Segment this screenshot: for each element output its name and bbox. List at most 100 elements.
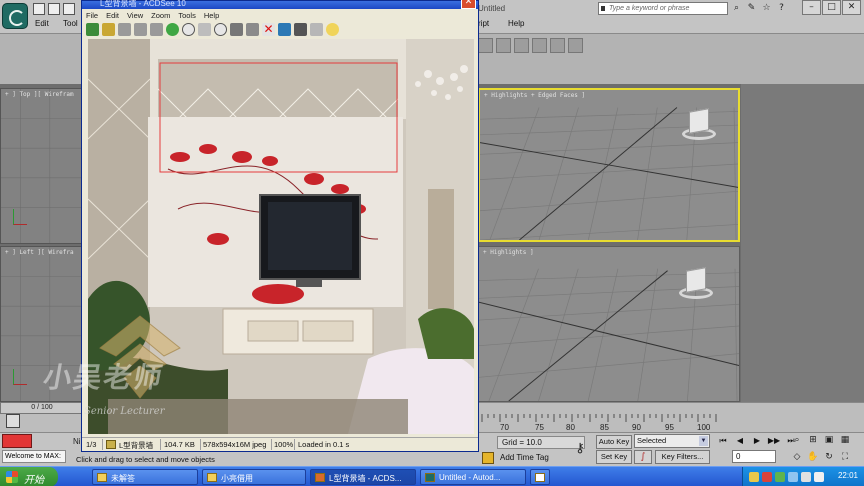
viewport-camera[interactable]: + Highlights ]: [478, 246, 740, 402]
help-icon[interactable]: [326, 23, 339, 36]
new-file-icon[interactable]: [33, 3, 45, 15]
max-app-icon: [425, 473, 435, 482]
communication-icon[interactable]: ✎: [746, 2, 757, 14]
tray-app-icon[interactable]: [762, 472, 772, 482]
zoom-in-icon[interactable]: [214, 23, 227, 36]
save-file-icon[interactable]: [63, 3, 75, 15]
print-icon[interactable]: [230, 23, 243, 36]
edit-icon[interactable]: [102, 23, 115, 36]
viewport-label-top[interactable]: + ] Top ][ Wirefram: [5, 91, 74, 98]
key-filters-button[interactable]: Key Filters...: [655, 450, 710, 464]
menu-tools[interactable]: Tool: [63, 19, 78, 28]
zoom-out-icon[interactable]: [182, 23, 195, 36]
maxscript-listener-button[interactable]: [2, 434, 32, 448]
previous-frame-icon[interactable]: ◀: [733, 435, 747, 447]
previous-image-icon[interactable]: [118, 23, 131, 36]
image-viewer-title: L型背景墙 - ACDSee 10: [100, 0, 186, 8]
copy-icon[interactable]: [246, 23, 259, 36]
viewport-label-camera[interactable]: + Highlights ]: [483, 249, 534, 256]
taskbar-item[interactable]: [530, 469, 550, 485]
next-image-icon[interactable]: [134, 23, 147, 36]
field-of-view-icon[interactable]: ◇: [790, 450, 804, 464]
default-tangent-icon[interactable]: ∫: [634, 450, 652, 464]
menu-view[interactable]: View: [127, 11, 143, 20]
properties-icon[interactable]: [278, 23, 291, 36]
zoom-all-icon[interactable]: ⊞: [806, 433, 820, 447]
viewcube-icon[interactable]: [686, 267, 706, 293]
full-screen-icon[interactable]: [294, 23, 307, 36]
play-icon[interactable]: ▶: [750, 435, 764, 447]
refresh-icon[interactable]: [166, 23, 179, 36]
toolbar-button[interactable]: [514, 38, 529, 53]
open-file-icon[interactable]: [48, 3, 60, 15]
track-bar-ruler[interactable]: 70 75 80 85 90 95 100: [478, 414, 740, 432]
toolbar-button[interactable]: [478, 38, 493, 53]
zoom-extents-all-icon[interactable]: ▦: [838, 433, 852, 447]
menu-zoom[interactable]: Zoom: [151, 11, 170, 20]
tray-app-icon[interactable]: [775, 472, 785, 482]
current-frame-field[interactable]: 0: [732, 450, 776, 463]
pan-hand-icon[interactable]: ✋: [806, 450, 820, 464]
clock[interactable]: 22:01: [838, 471, 858, 480]
max-app-logo-button[interactable]: [2, 3, 28, 29]
browse-icon[interactable]: [86, 23, 99, 36]
minimize-icon[interactable]: –: [802, 0, 821, 15]
tray-volume-icon[interactable]: [801, 472, 811, 482]
tray-network-icon[interactable]: [788, 472, 798, 482]
selection-status-label: Ni: [73, 437, 81, 446]
lock-selection-icon[interactable]: [6, 414, 20, 428]
zoom-mode-icon[interactable]: [198, 23, 211, 36]
time-slider[interactable]: 0 / 100: [0, 402, 84, 414]
help-icon[interactable]: ?: [776, 2, 787, 14]
ruler-label: 90: [632, 423, 641, 432]
menu-help[interactable]: Help: [508, 19, 524, 28]
tray-app-icon[interactable]: [749, 472, 759, 482]
watermark-chinese-text: 小吴老师: [40, 361, 167, 394]
command-panel: [741, 84, 864, 404]
key-mode-dropdown[interactable]: Selected ▼: [634, 434, 710, 448]
maximize-icon[interactable]: □: [822, 0, 841, 15]
viewport-label-left[interactable]: + ] Left ][ Wirefra: [5, 249, 74, 256]
zoom-icon[interactable]: ⌕: [790, 433, 804, 447]
viewport-perspective[interactable]: + Highlights + Edged Faces ]: [478, 88, 740, 242]
maximize-viewport-icon[interactable]: ⛶: [838, 450, 852, 464]
rotate-icon[interactable]: [310, 23, 323, 36]
maxscript-mini-listener[interactable]: Welcome to MAX:: [2, 450, 66, 463]
start-button[interactable]: 开始: [0, 467, 58, 486]
next-frame-icon[interactable]: ▶▶: [767, 435, 781, 447]
search-input[interactable]: Type a keyword or phrase: [598, 2, 728, 15]
taskbar-item[interactable]: Untitled - Autod...: [420, 469, 526, 485]
viewport-top[interactable]: + ] Top ][ Wirefram: [0, 88, 84, 244]
menu-script[interactable]: ript: [478, 19, 489, 28]
set-key-button[interactable]: Set Key: [596, 450, 632, 464]
menu-help[interactable]: Help: [204, 11, 219, 20]
toolbar-button[interactable]: [568, 38, 583, 53]
taskbar-item[interactable]: 未解答: [92, 469, 198, 485]
viewcube-icon[interactable]: [689, 108, 709, 134]
toolbar-button[interactable]: [496, 38, 511, 53]
taskbar-item[interactable]: 小亮借用: [202, 469, 306, 485]
menu-file[interactable]: File: [86, 11, 98, 20]
toolbar-button[interactable]: [550, 38, 565, 53]
close-icon[interactable]: ✕: [842, 0, 861, 15]
taskbar-item-active[interactable]: L型背景墙 - ACDS...: [310, 469, 416, 485]
zoom-extents-icon[interactable]: ▣: [822, 433, 836, 447]
auto-advance-icon[interactable]: [150, 23, 163, 36]
delete-icon[interactable]: ✕: [262, 23, 275, 36]
tray-app-icon[interactable]: [814, 472, 824, 482]
menu-edit[interactable]: Edit: [106, 11, 119, 20]
close-icon[interactable]: ✕: [461, 0, 476, 9]
image-filesize: 104.7 KB: [164, 440, 195, 449]
image-viewer-titlebar[interactable]: L型背景墙 - ACDSee 10 ✕: [82, 0, 478, 9]
favorites-star-icon[interactable]: ☆: [761, 2, 772, 14]
toolbar-button[interactable]: [532, 38, 547, 53]
viewport-label-perspective[interactable]: + Highlights + Edged Faces ]: [484, 92, 585, 99]
go-to-start-icon[interactable]: ⏮: [716, 435, 730, 447]
set-keys-icon[interactable]: ⚷: [568, 441, 592, 457]
auto-key-button[interactable]: Auto Key: [596, 435, 632, 449]
time-tag-icon: [482, 452, 494, 464]
binoculars-icon[interactable]: ⌕: [731, 2, 742, 14]
menu-tools[interactable]: Tools: [178, 11, 196, 20]
orbit-icon[interactable]: ↻: [822, 450, 836, 464]
menu-edit[interactable]: Edit: [35, 19, 49, 28]
